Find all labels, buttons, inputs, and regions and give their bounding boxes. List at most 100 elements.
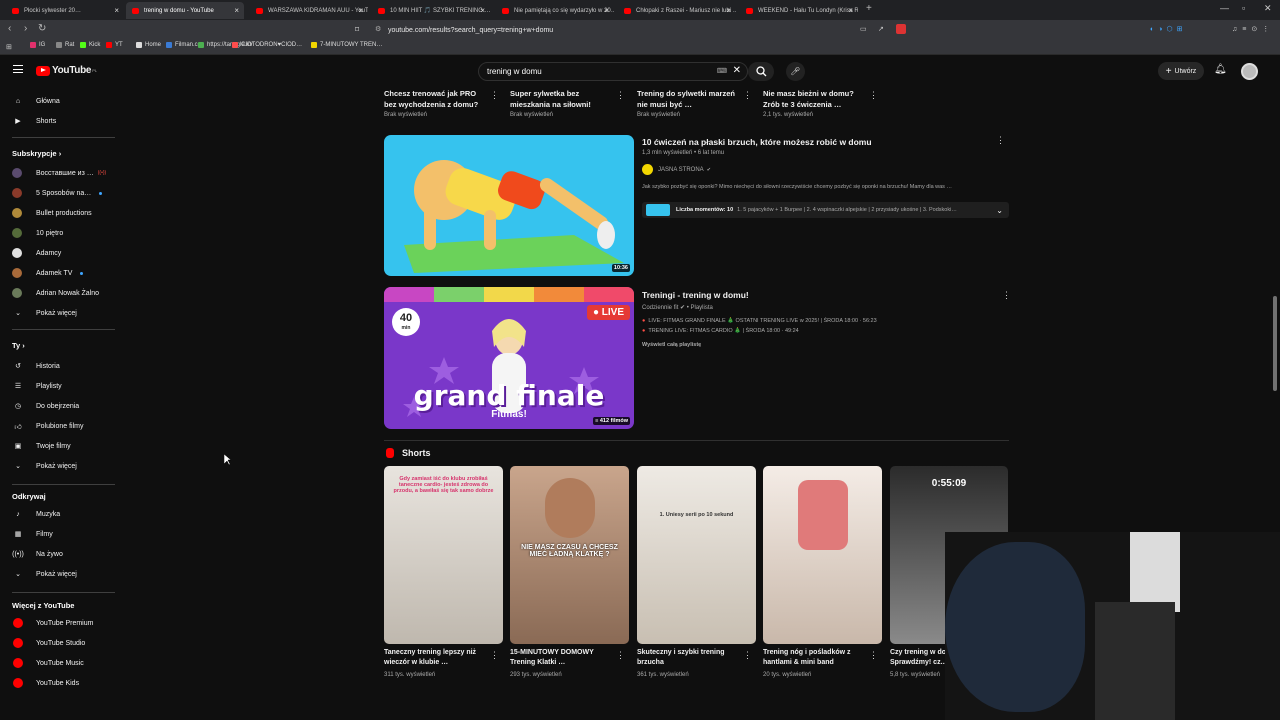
- close-tab-icon[interactable]: ×: [480, 6, 485, 15]
- keyboard-icon[interactable]: ⌨: [717, 67, 727, 75]
- close-window-icon[interactable]: ✕: [1264, 3, 1272, 14]
- sidebar-item[interactable]: ⌄ Pokaż więcej: [12, 568, 77, 580]
- youtube-logo[interactable]: YouTube PL: [36, 65, 97, 76]
- toolbar-icons[interactable]: ♫≡⊙⋮: [1232, 25, 1274, 33]
- reload-icon[interactable]: ↻: [38, 23, 46, 34]
- video-title[interactable]: Chcesz trenować jak PRO bez wychodzenia …: [384, 88, 484, 110]
- sidebar-item-subscription[interactable]: Восставшие из … ((•)): [12, 167, 106, 179]
- tab-2[interactable]: WARSZAWA KIDRAMAN AUU - YouT… ×: [250, 2, 368, 19]
- bookmark-item[interactable]: CIOTODRON♥CIOD…: [232, 42, 302, 48]
- short-title[interactable]: Taneczny trening lepszy niż wieczór w kl…: [384, 648, 484, 668]
- sidebar-item-subscription[interactable]: Bullet productions: [12, 207, 92, 219]
- chevron-down-icon[interactable]: ⌄: [996, 206, 1003, 215]
- forward-icon[interactable]: ›: [24, 23, 27, 34]
- close-tab-icon[interactable]: ×: [358, 6, 363, 15]
- more-options-icon[interactable]: ⋮: [996, 135, 1005, 146]
- sidebar-item-subscription[interactable]: Adamcy: [12, 247, 61, 259]
- more-options-icon[interactable]: ⋮: [616, 90, 625, 101]
- extensions-icons[interactable]: ◐◑⬡⊞: [1150, 25, 1186, 33]
- shield-icon[interactable]: [896, 24, 906, 34]
- playlist-thumbnail[interactable]: 40 min ● LIVE grand finale Fitmas! ≡ 412 …: [384, 287, 634, 429]
- bookmark-item[interactable]: Rat: [56, 42, 74, 48]
- tab-0[interactable]: Płocki sylwester 20… ×: [6, 2, 124, 19]
- bookmark-icon[interactable]: ⌑: [355, 25, 359, 34]
- sidebar-item-youtube-product[interactable]: YouTube Premium: [12, 617, 93, 629]
- short-thumbnail[interactable]: NIE MASZ CZASU A CHCESZ MIEĆ ŁADNĄ KLATK…: [510, 466, 629, 644]
- search-input[interactable]: trening w domu ⌨ ✕: [478, 62, 748, 81]
- sidebar-item[interactable]: ⌄ Pokaż więcej: [12, 307, 77, 319]
- sidebar-item-subscription[interactable]: 10 piętro: [12, 227, 63, 239]
- playlist-channel[interactable]: Codziennie fit ✔ • Playlista: [642, 304, 713, 311]
- more-options-icon[interactable]: ⋮: [490, 650, 499, 661]
- more-options-icon[interactable]: ⋮: [1002, 290, 1011, 301]
- tab-3[interactable]: 10 MIN HIIT 🎵 SZYBKI TRENING … ×: [372, 2, 490, 19]
- create-button[interactable]: + Utwórz: [1158, 62, 1204, 80]
- minimize-icon[interactable]: —: [1220, 3, 1229, 13]
- sidebar-item-subscription[interactable]: Adrian Nowak Żalno: [12, 287, 99, 299]
- bookmark-item[interactable]: YT: [106, 42, 123, 48]
- more-options-icon[interactable]: ⋮: [869, 90, 878, 101]
- menu-icon[interactable]: [13, 65, 23, 73]
- more-options-icon[interactable]: ⋮: [490, 90, 499, 101]
- address-bar[interactable]: youtube.com/results?search_query=trening…: [370, 23, 910, 37]
- sidebar-item[interactable]: ⌄ Pokaż więcej: [12, 460, 77, 472]
- screenshot-icon[interactable]: ▭: [860, 25, 867, 33]
- sidebar-item-youtube-product[interactable]: YouTube Music: [12, 657, 84, 669]
- key-moments-row[interactable]: Liczba momentów: 10 1. 5 pajacyków + 1 B…: [642, 202, 1009, 218]
- sidebar-item-youtube-product[interactable]: YouTube Kids: [12, 677, 79, 689]
- sidebar-item[interactable]: ⌂ Główna: [12, 95, 60, 107]
- more-options-icon[interactable]: ⋮: [869, 650, 878, 661]
- short-title[interactable]: 15-MINUTOWY DOMOWY Trening Klatki …: [510, 648, 610, 668]
- video-thumbnail[interactable]: 10:36: [384, 135, 634, 276]
- apps-icon[interactable]: ⊞: [6, 43, 12, 51]
- close-tab-icon[interactable]: ×: [234, 6, 239, 15]
- sidebar-item-youtube-product[interactable]: YouTube Studio: [12, 637, 85, 649]
- video-title[interactable]: Super sylwetka bez mieszkania na siłowni…: [510, 88, 610, 110]
- short-thumbnail[interactable]: Gdy zamiast iść do klubu zrobiłaś tanecz…: [384, 466, 503, 644]
- back-icon[interactable]: ‹: [8, 23, 11, 34]
- you-heading[interactable]: Ty ›: [12, 341, 25, 350]
- video-title[interactable]: Nie masz bieżni w domu? Zrób te 3 ćwicze…: [763, 88, 863, 110]
- more-options-icon[interactable]: ⋮: [743, 90, 752, 101]
- video-title[interactable]: Trening do sylwetki marzeń nie musi być …: [637, 88, 737, 110]
- channel-row[interactable]: JASNA STRONA ✔: [642, 164, 711, 175]
- bookmark-item[interactable]: Kick: [80, 42, 100, 48]
- tab-4[interactable]: Nie pamiętają co się wydarzyło w 20… ×: [496, 2, 614, 19]
- new-tab-button[interactable]: +: [866, 3, 872, 14]
- bookmark-item[interactable]: Filman.cc: [166, 42, 201, 48]
- sidebar-item[interactable]: ▶ Shorts: [12, 115, 56, 127]
- sidebar-item[interactable]: ☰ Playlisty: [12, 380, 62, 392]
- more-options-icon[interactable]: ⋮: [616, 650, 625, 661]
- sidebar-item[interactable]: ((•)) Na żywo: [12, 548, 63, 560]
- sidebar-item[interactable]: ♪ Muzyka: [12, 508, 60, 520]
- close-tab-icon[interactable]: ×: [114, 6, 119, 15]
- tab-5[interactable]: Chłopaki z Raszei - Mariusz nie lubi … ×: [618, 2, 736, 19]
- close-tab-icon[interactable]: ×: [604, 6, 609, 15]
- sidebar-item[interactable]: ↺ Historia: [12, 360, 60, 372]
- voice-search-button[interactable]: 🎤︎: [786, 62, 805, 81]
- bookmark-item[interactable]: IG: [30, 42, 45, 48]
- notifications-icon[interactable]: 🔔︎: [1214, 64, 1227, 75]
- tab-1[interactable]: trening w domu - YouTube ×: [126, 2, 244, 19]
- bookmark-item[interactable]: Home: [136, 42, 161, 48]
- playlist-item[interactable]: ● LIVE: FITMAS GRAND FINALE 🎄 OSTATNI TRE…: [642, 318, 877, 324]
- close-tab-icon[interactable]: ×: [848, 6, 853, 15]
- sidebar-item-subscription[interactable]: 5 Sposobów na…: [12, 187, 103, 199]
- avatar[interactable]: [1241, 63, 1258, 80]
- sidebar-item[interactable]: 👍︎ Polubione filmy: [12, 420, 83, 432]
- playlist-title[interactable]: Treningi - trening w domu!: [642, 290, 749, 301]
- sidebar-item[interactable]: ▦ Filmy: [12, 528, 53, 540]
- share-icon[interactable]: ↗: [878, 25, 884, 33]
- view-full-playlist-link[interactable]: Wyświetl całą playlistę: [642, 342, 701, 348]
- sidebar-item[interactable]: ▣ Twoje filmy: [12, 440, 71, 452]
- close-tab-icon[interactable]: ×: [726, 6, 731, 15]
- search-button[interactable]: [748, 62, 774, 81]
- video-title[interactable]: 10 ćwiczeń na płaski brzuch, które możes…: [642, 137, 982, 148]
- sidebar-item[interactable]: ◷ Do obejrzenia: [12, 400, 79, 412]
- short-thumbnail[interactable]: [763, 466, 882, 644]
- short-title[interactable]: Skuteczny i szybki trening brzucha: [637, 648, 737, 668]
- bookmark-item[interactable]: 7-MINUTOWY TREN…: [311, 42, 382, 48]
- tab-6[interactable]: WEEKEND - Hału Tu Londyn (Kriss R… ×: [740, 2, 858, 19]
- sidebar-item-subscription[interactable]: Adamek TV: [12, 267, 84, 279]
- clear-search-icon[interactable]: ✕: [733, 65, 741, 76]
